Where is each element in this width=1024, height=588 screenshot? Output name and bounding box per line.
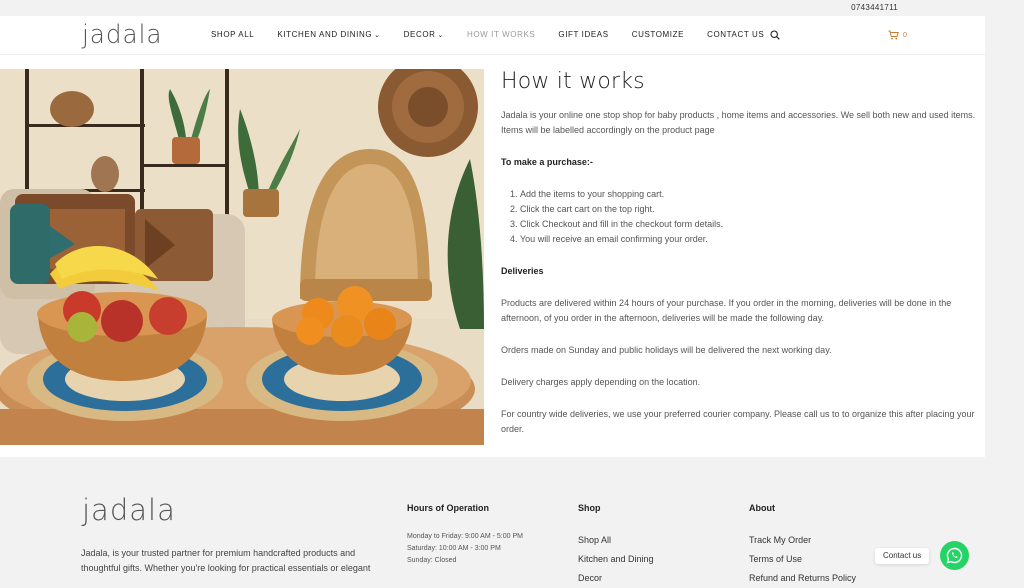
- delivery-paragraph: Delivery charges apply depending on the …: [501, 377, 701, 387]
- nav-shop-all[interactable]: SHOP ALL: [211, 30, 254, 39]
- hours-line: Monday to Friday: 9:00 AM - 5:00 PM: [407, 533, 523, 540]
- footer-heading: About: [749, 503, 775, 513]
- hours-line: Saturday: 10:00 AM - 3:00 PM: [407, 545, 501, 552]
- main-nav: SHOP ALL KITCHEN AND DINING ⌄ DECOR ⌄ HOW …: [211, 30, 787, 39]
- footer-link-track-order[interactable]: Track My Order: [749, 531, 856, 550]
- footer-link-kitchen-and-dining[interactable]: Kitchen and Dining: [578, 550, 654, 569]
- hero-image: [0, 69, 484, 445]
- footer-link-terms[interactable]: Terms of Use: [749, 550, 856, 569]
- contact-us-label[interactable]: Contact us: [875, 548, 930, 564]
- delivery-paragraph: Products are delivered within 24 hours o…: [501, 298, 952, 323]
- whatsapp-icon: [946, 547, 963, 564]
- cart-icon: [888, 30, 899, 40]
- cart-count: 0: [903, 31, 907, 39]
- footer-shop: Shop Shop All Kitchen and Dining Decor: [578, 503, 654, 588]
- phone-number[interactable]: 0743441711: [851, 3, 898, 12]
- chevron-down-icon: ⌄: [374, 32, 381, 39]
- nav-label: CUSTOMIZE: [631, 30, 685, 39]
- nav-label: GIFT IDEAS: [558, 30, 609, 39]
- nav-label: HOW IT WORKS: [466, 30, 536, 39]
- delivery-paragraph: Orders made on Sunday and public holiday…: [501, 345, 832, 355]
- search-icon[interactable]: [770, 30, 780, 40]
- footer-heading: Shop: [578, 503, 601, 513]
- nav-how-it-works[interactable]: HOW IT WORKS: [467, 30, 535, 39]
- list-item: You will receive an email confirming you…: [520, 232, 977, 247]
- nav-label: DECOR: [403, 30, 436, 39]
- footer-hours: Hours of Operation Monday to Friday: 9:0…: [407, 503, 523, 567]
- purchase-heading: To make a purchase:-: [501, 157, 593, 167]
- footer-logo[interactable]: jadala: [82, 493, 176, 527]
- nav-label: KITCHEN AND DINING: [277, 30, 373, 39]
- list-item: Add the items to your shopping cart.: [520, 187, 977, 202]
- nav-gift-ideas[interactable]: GIFT IDEAS: [558, 30, 608, 39]
- nav-label: CONTACT US: [707, 30, 765, 39]
- footer-link-refund-policy[interactable]: Refund and Returns Policy: [749, 569, 856, 588]
- nav-label: SHOP ALL: [211, 30, 255, 39]
- chevron-down-icon: ⌄: [437, 32, 444, 39]
- nav-customize[interactable]: CUSTOMIZE: [632, 30, 684, 39]
- footer-heading: Hours of Operation: [407, 503, 490, 513]
- page-title: How it works: [501, 69, 645, 94]
- footer-about: About Track My Order Terms of Use Refund…: [749, 503, 856, 588]
- top-bar: 0743441711: [0, 0, 1024, 16]
- intro-paragraph: Jadala is your online one stop shop for …: [501, 110, 976, 135]
- whatsapp-chat-button[interactable]: [940, 541, 969, 570]
- living-room-illustration: [0, 69, 484, 445]
- purchase-steps: Add the items to your shopping cart. Cli…: [520, 187, 977, 247]
- site-footer: jadala Jadala, is your trusted partner f…: [0, 457, 1024, 583]
- footer-link-shop-all[interactable]: Shop All: [578, 531, 654, 550]
- footer-link-decor[interactable]: Decor: [578, 569, 654, 588]
- footer-description: Jadala, is your trusted partner for prem…: [81, 548, 371, 573]
- deliveries-heading: Deliveries: [501, 266, 544, 276]
- list-item: Click Checkout and fill in the checkout …: [520, 217, 977, 232]
- site-header: jadala SHOP ALL KITCHEN AND DINING ⌄ DECO…: [0, 16, 985, 55]
- list-item: Click the cart cart on the top right.: [520, 202, 977, 217]
- nav-decor[interactable]: DECOR ⌄: [404, 30, 444, 39]
- cart-button[interactable]: 0: [888, 30, 907, 40]
- site-logo[interactable]: jadala: [82, 20, 163, 50]
- delivery-paragraph: For country wide deliveries, we use your…: [501, 409, 975, 434]
- main-content: How it works Jadala is your online one s…: [0, 55, 985, 457]
- nav-contact-us[interactable]: CONTACT US: [707, 30, 764, 39]
- hours-line: Sunday: Closed: [407, 557, 457, 564]
- nav-kitchen-and-dining[interactable]: KITCHEN AND DINING ⌄: [277, 30, 380, 39]
- how-it-works-article: How it works Jadala is your online one s…: [501, 69, 977, 454]
